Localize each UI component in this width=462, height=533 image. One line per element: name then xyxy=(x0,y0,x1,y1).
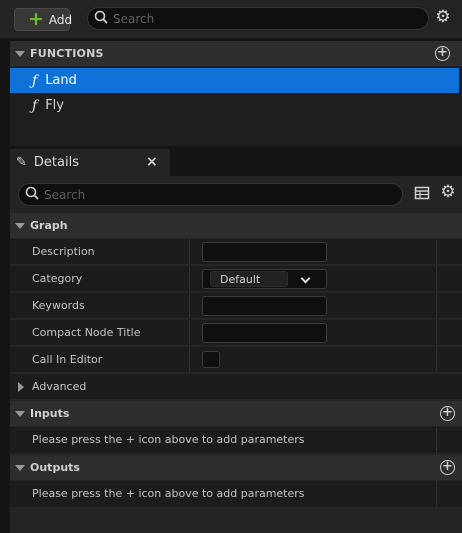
chevron-down-icon xyxy=(300,273,311,284)
function-item-label: Land xyxy=(45,73,77,88)
function-icon: ƒ xyxy=(32,97,38,114)
gear-icon[interactable]: ⚙ xyxy=(432,9,454,29)
function-item-label: Fly xyxy=(45,98,64,113)
keywords-label: Keywords xyxy=(32,299,85,312)
advanced-label: Advanced xyxy=(32,380,87,393)
category-dropdown[interactable]: Default xyxy=(202,269,327,289)
column-divider xyxy=(189,293,190,318)
add-function-icon[interactable]: + xyxy=(435,46,450,61)
property-row-category: Category Default xyxy=(10,266,462,292)
property-row-description: Description xyxy=(10,239,462,265)
function-item-land[interactable]: ƒ Land xyxy=(10,68,459,93)
column-divider xyxy=(436,293,437,318)
call-in-editor-label: Call In Editor xyxy=(32,353,103,366)
inputs-hint-text: Please press the + icon above to add par… xyxy=(32,433,305,446)
top-toolbar: + Add ⚙ xyxy=(0,0,462,38)
compact-node-title-field[interactable] xyxy=(202,323,327,343)
graph-category-label: Graph xyxy=(30,219,68,232)
outputs-category-header[interactable]: Outputs + xyxy=(10,455,462,480)
functions-title: FUNCTIONS xyxy=(30,47,104,60)
outputs-category-label: Outputs xyxy=(30,461,80,474)
search-input[interactable] xyxy=(113,11,393,26)
inputs-hint-row: Please press the + icon above to add par… xyxy=(10,427,462,453)
function-item-fly[interactable]: ƒ Fly xyxy=(10,93,459,118)
functions-list: ƒ Land ƒ Fly xyxy=(10,66,462,146)
caret-down-icon xyxy=(15,410,25,417)
close-icon[interactable]: × xyxy=(146,154,158,170)
functions-section-header[interactable]: FUNCTIONS + xyxy=(10,41,462,66)
keywords-field[interactable] xyxy=(202,296,327,316)
details-search-input[interactable] xyxy=(44,187,324,202)
compact-node-title-label: Compact Node Title xyxy=(32,326,141,339)
column-divider xyxy=(189,347,190,372)
function-icon: ƒ xyxy=(32,72,38,89)
column-divider xyxy=(436,427,437,453)
description-field[interactable] xyxy=(202,242,327,262)
outputs-hint-row: Please press the + icon above to add par… xyxy=(10,481,462,507)
inputs-category-header[interactable]: Inputs + xyxy=(10,401,462,426)
column-divider xyxy=(436,239,437,264)
outputs-hint-text: Please press the + icon above to add par… xyxy=(32,487,305,500)
tab-details[interactable]: ✎ Details × xyxy=(10,149,170,176)
caret-down-icon xyxy=(15,50,25,57)
search-bar[interactable] xyxy=(87,7,429,30)
table-view-icon[interactable] xyxy=(414,185,432,203)
description-label: Description xyxy=(32,245,95,258)
plus-icon: + xyxy=(28,8,44,30)
pencil-icon: ✎ xyxy=(16,155,27,170)
caret-down-icon xyxy=(15,464,25,471)
column-divider xyxy=(436,320,437,345)
column-divider xyxy=(436,347,437,372)
column-divider xyxy=(436,266,437,291)
graph-category-header[interactable]: Graph xyxy=(10,213,462,238)
property-row-keywords: Keywords xyxy=(10,293,462,319)
details-panel: ⚙ Graph Description Category Default Key… xyxy=(10,176,462,533)
property-row-call-in-editor: Call In Editor xyxy=(10,347,462,373)
call-in-editor-checkbox[interactable] xyxy=(202,351,220,368)
details-tab-bar: ✎ Details × xyxy=(10,149,462,176)
column-divider xyxy=(189,320,190,345)
add-input-icon[interactable]: + xyxy=(440,406,455,421)
category-dropdown-value: Default xyxy=(210,271,288,287)
search-icon xyxy=(94,10,108,27)
column-divider xyxy=(436,481,437,507)
add-button[interactable]: + Add xyxy=(14,8,73,31)
property-row-compact-node-title: Compact Node Title xyxy=(10,320,462,346)
caret-right-icon xyxy=(18,382,24,392)
advanced-row[interactable]: Advanced xyxy=(10,374,462,400)
gear-icon[interactable]: ⚙ xyxy=(437,184,459,204)
tab-details-label: Details xyxy=(33,155,79,170)
add-button-label: Add xyxy=(48,12,73,27)
inputs-category-label: Inputs xyxy=(30,407,70,420)
details-search-bar[interactable] xyxy=(18,183,403,206)
search-icon xyxy=(25,186,39,203)
caret-down-icon xyxy=(15,222,25,229)
column-divider xyxy=(189,266,190,291)
add-output-icon[interactable]: + xyxy=(440,460,455,475)
column-divider xyxy=(189,239,190,264)
category-label: Category xyxy=(32,272,83,285)
